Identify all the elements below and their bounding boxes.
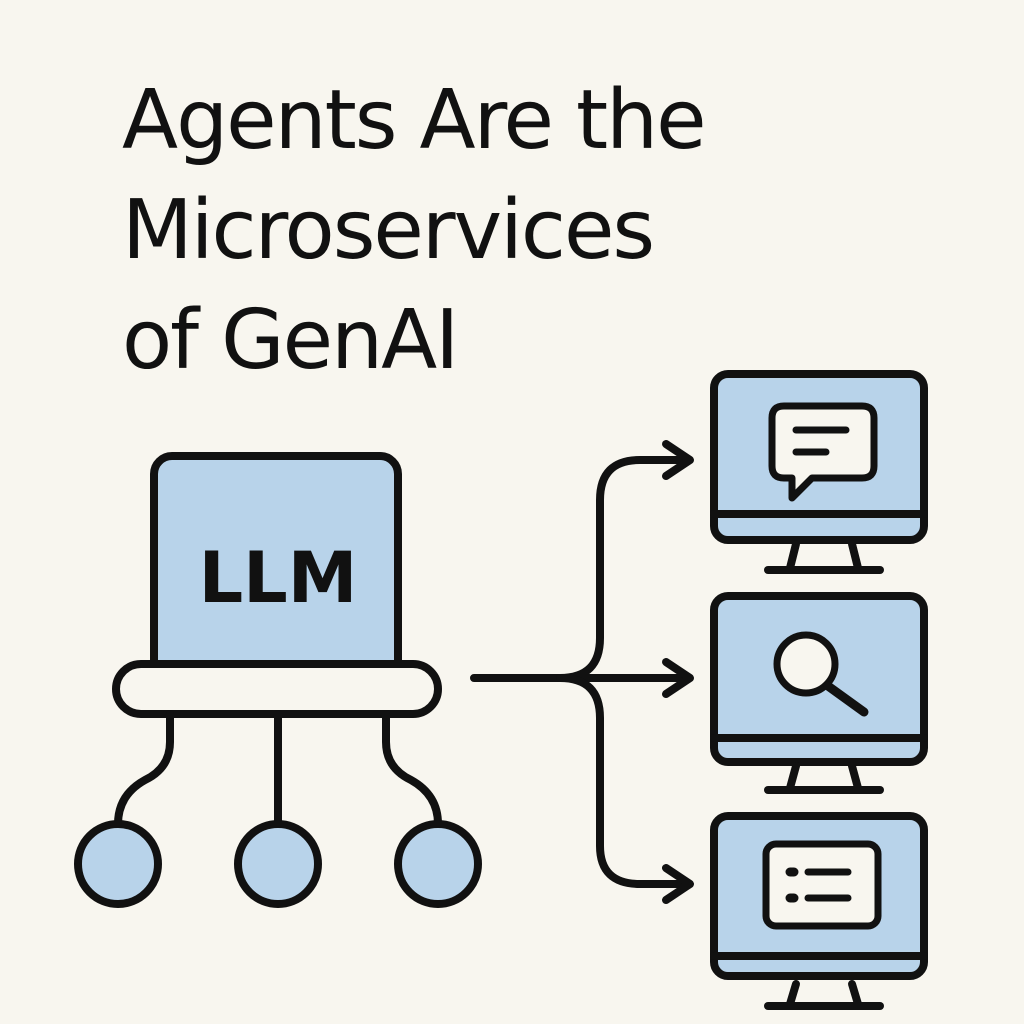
llm-node: LLM — [112, 452, 442, 718]
llm-child-node-right — [394, 820, 482, 908]
agent-monitor-list — [710, 812, 928, 1010]
agent-monitor-chat — [710, 370, 928, 574]
agents-diagram: LLM — [74, 370, 928, 1010]
branch-arrows — [470, 440, 694, 904]
llm-connectors — [114, 710, 442, 828]
llm-label: LLM — [199, 537, 358, 619]
llm-child-node-center — [234, 820, 322, 908]
agent-monitor-search — [710, 592, 928, 794]
list-icon — [762, 840, 882, 930]
llm-child-node-left — [74, 820, 162, 908]
llm-base — [112, 660, 442, 718]
